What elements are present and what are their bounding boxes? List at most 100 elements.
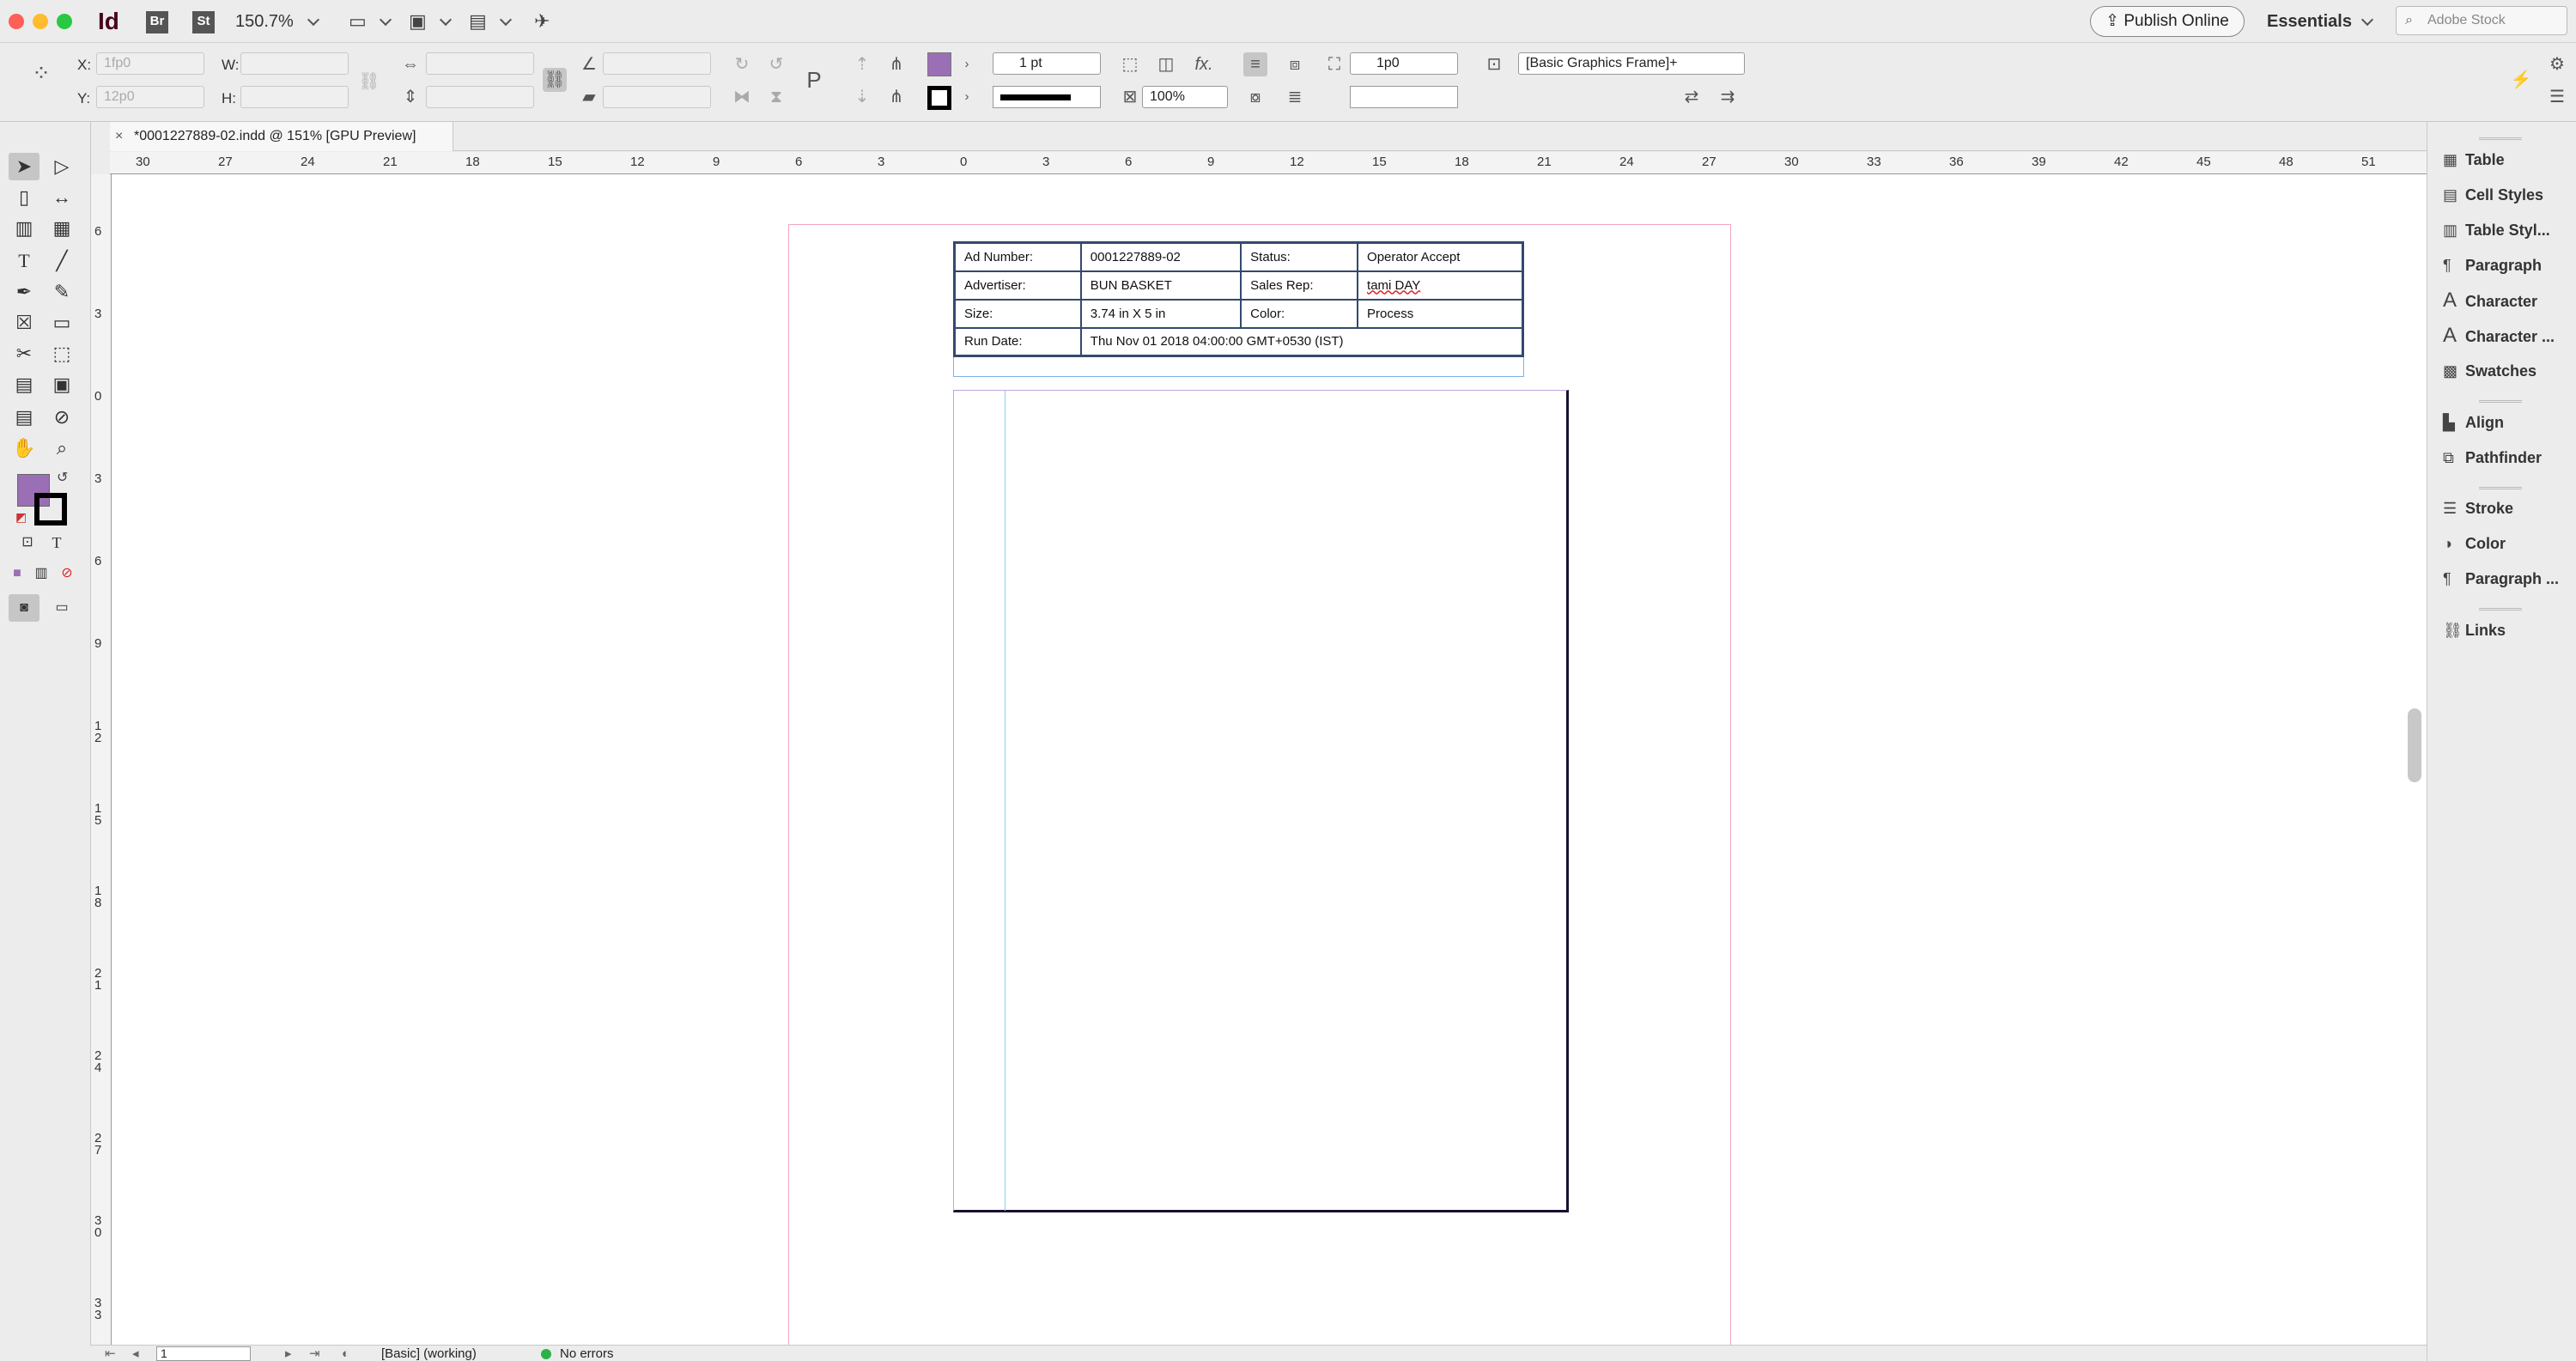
gradient-swatch-tool-icon[interactable]: ▤ xyxy=(9,371,39,398)
horizontal-ruler[interactable]: 30 27 24 21 18 15 12 9 6 3 0 3 6 9 12 15 18 21 24 27 30 33 36 3… xyxy=(110,152,2427,174)
panel-paragraph[interactable]: ¶ Paragraph xyxy=(2443,252,2572,279)
color-label[interactable]: Color: xyxy=(1240,298,1359,329)
type-tool-icon[interactable]: T xyxy=(9,247,39,275)
scissors-tool-icon[interactable]: ✂ xyxy=(9,340,39,368)
effects-icon[interactable]: fx. xyxy=(1192,52,1216,76)
panel-character[interactable]: A Character xyxy=(2443,287,2572,314)
content-collector-icon[interactable]: ▥ xyxy=(9,215,39,242)
rotation-field[interactable] xyxy=(603,52,711,75)
page-number-field[interactable]: 1 xyxy=(156,1346,251,1361)
select-content-icon[interactable]: ⇣ xyxy=(850,85,874,109)
preflight-profile[interactable]: [Basic] (working) xyxy=(381,1346,477,1361)
stroke-type-select[interactable] xyxy=(993,86,1101,108)
frame-fitting-icon[interactable]: ⛶ xyxy=(1322,52,1346,76)
control-menu-icon[interactable]: ☰ xyxy=(2545,85,2569,109)
fill-menu-chevron-icon[interactable]: › xyxy=(955,52,979,76)
panel-pathfinder[interactable]: ⧉ Pathfinder xyxy=(2443,444,2572,471)
opacity-field[interactable]: 100% xyxy=(1142,86,1228,108)
status-value[interactable]: Operator Accept xyxy=(1357,241,1524,272)
document-tab[interactable]: × *0001227889-02.indd @ 151% [GPU Previe… xyxy=(110,122,453,151)
reference-point-icon[interactable]: ⁘ xyxy=(29,61,53,85)
zoom-level[interactable]: 150.7% xyxy=(235,0,294,43)
page-tool-icon[interactable]: ▯ xyxy=(9,184,39,211)
advertiser-label[interactable]: Advertiser: xyxy=(953,270,1082,301)
run-date-value[interactable]: Thu Nov 01 2018 04:00:00 GMT+0530 (IST) xyxy=(1079,326,1524,357)
frame-align-icon[interactable]: ⇉ xyxy=(1716,85,1740,109)
panel-table-styles[interactable]: ▥ Table Styl... xyxy=(2443,216,2572,244)
offset-field[interactable]: 1p0 xyxy=(1350,52,1458,75)
content-placer-icon[interactable]: ▦ xyxy=(46,215,77,242)
previous-page-icon[interactable]: ◂ xyxy=(132,1346,139,1361)
direct-selection-tool-icon[interactable]: ▷ xyxy=(46,153,77,180)
shear-field[interactable] xyxy=(603,86,711,108)
color-value[interactable]: Process xyxy=(1357,298,1524,329)
flip-horizontal-icon[interactable]: ⧓ xyxy=(730,85,754,109)
pencil-tool-icon[interactable]: ✎ xyxy=(46,278,77,306)
screen-mode-icon[interactable]: ▣ xyxy=(409,10,427,33)
run-date-label[interactable]: Run Date: xyxy=(953,326,1082,357)
wrap-jump-icon[interactable]: ≣ xyxy=(1283,85,1307,109)
next-page-icon[interactable]: ▸ xyxy=(285,1346,292,1361)
formatting-container-icon[interactable]: ⊡ xyxy=(12,529,43,556)
scale-x-field[interactable] xyxy=(426,52,534,75)
swap-fill-stroke-icon[interactable]: ↺ xyxy=(57,469,68,486)
gap-tool-icon[interactable]: ↔ xyxy=(46,184,77,211)
arrange-documents-icon[interactable]: ▤ xyxy=(469,10,487,33)
zoom-dropdown-icon[interactable] xyxy=(307,13,320,27)
normal-view-icon[interactable]: ◙ xyxy=(9,594,39,622)
constrain-scale-icon[interactable]: ⛓ xyxy=(543,68,567,92)
sales-rep-value[interactable]: tami DAY xyxy=(1357,270,1524,301)
ad-info-table[interactable]: Ad Number: 0001227889-02 Status: Operato… xyxy=(953,241,1524,357)
stock-button[interactable]: St xyxy=(192,11,215,33)
screen-mode-tool-icon[interactable]: ▭ xyxy=(46,594,77,622)
rotate-ccw-icon[interactable]: ↺ xyxy=(764,52,788,76)
arrange-chevron-icon[interactable] xyxy=(499,13,513,27)
ad-graphic-frame[interactable] xyxy=(953,390,1569,1212)
close-tab-icon[interactable]: × xyxy=(115,122,123,151)
constrain-proportions-icon[interactable]: ⛓ xyxy=(357,70,381,94)
hand-tool-icon[interactable]: ✋ xyxy=(9,434,39,462)
panel-swatches[interactable]: ▩ Swatches xyxy=(2443,357,2572,385)
select-next-icon[interactable]: ⋔ xyxy=(884,85,908,109)
panel-group-grip[interactable] xyxy=(2479,487,2522,489)
panel-table[interactable]: ▦ Table xyxy=(2443,146,2572,173)
line-tool-icon[interactable]: ╱ xyxy=(46,247,77,275)
object-style-select[interactable]: [Basic Graphics Frame]+ xyxy=(1518,52,1745,75)
stroke-color-box[interactable] xyxy=(34,493,67,526)
quick-apply-icon[interactable]: ⚡ xyxy=(2509,68,2533,92)
preflight-status[interactable]: No errors xyxy=(560,1346,614,1361)
panel-paragraph-styles[interactable]: ¶ Paragraph ... xyxy=(2443,565,2572,592)
size-label[interactable]: Size: xyxy=(953,298,1082,329)
selection-tool-icon[interactable]: ➤ xyxy=(9,153,39,180)
note-tool-icon[interactable]: ▤ xyxy=(9,404,39,431)
panel-cell-styles[interactable]: ▤ Cell Styles xyxy=(2443,181,2572,209)
control-settings-icon[interactable]: ⚙ xyxy=(2545,52,2569,76)
workspace-switcher[interactable]: Essentials xyxy=(2267,0,2352,43)
panel-group-grip[interactable] xyxy=(2479,608,2522,611)
text-wrap-none-icon[interactable]: ≡ xyxy=(1243,52,1267,76)
vertical-scrollbar[interactable] xyxy=(2408,708,2421,782)
stroke-swatch[interactable] xyxy=(927,86,951,110)
corner-shape-select[interactable] xyxy=(1350,86,1458,108)
eyedropper-tool-icon[interactable]: ⊘ xyxy=(46,404,77,431)
panel-character-styles[interactable]: A Character ... xyxy=(2443,322,2572,349)
drop-shadow-icon[interactable]: ◫ xyxy=(1154,52,1178,76)
text-wrap-bounding-icon[interactable]: ⧈ xyxy=(1283,52,1307,76)
status-label[interactable]: Status: xyxy=(1240,241,1359,272)
rotate-cw-icon[interactable]: ↻ xyxy=(730,52,754,76)
scale-y-field[interactable] xyxy=(426,86,534,108)
select-previous-icon[interactable]: ⋔ xyxy=(884,52,908,76)
rectangle-tool-icon[interactable]: ▭ xyxy=(46,309,77,337)
panel-stroke[interactable]: ☰ Stroke xyxy=(2443,495,2572,522)
stroke-weight-field[interactable]: 1 pt xyxy=(993,52,1101,75)
clear-overrides-icon[interactable]: ⇄ xyxy=(1680,85,1704,109)
flip-vertical-icon[interactable]: ⧗ xyxy=(764,85,788,109)
last-page-icon[interactable]: ⇥ xyxy=(309,1346,320,1361)
zoom-tool-icon[interactable]: ⌕ xyxy=(46,434,77,462)
zoom-window-button[interactable] xyxy=(57,14,72,29)
free-transform-tool-icon[interactable]: ⬚ xyxy=(46,340,77,368)
panel-group-grip[interactable] xyxy=(2479,137,2522,140)
auto-fit-icon[interactable]: ⬚ xyxy=(1118,52,1142,76)
wrap-object-shape-icon[interactable]: ⧇ xyxy=(1243,85,1267,109)
workspace-chevron-icon[interactable] xyxy=(2360,13,2374,27)
